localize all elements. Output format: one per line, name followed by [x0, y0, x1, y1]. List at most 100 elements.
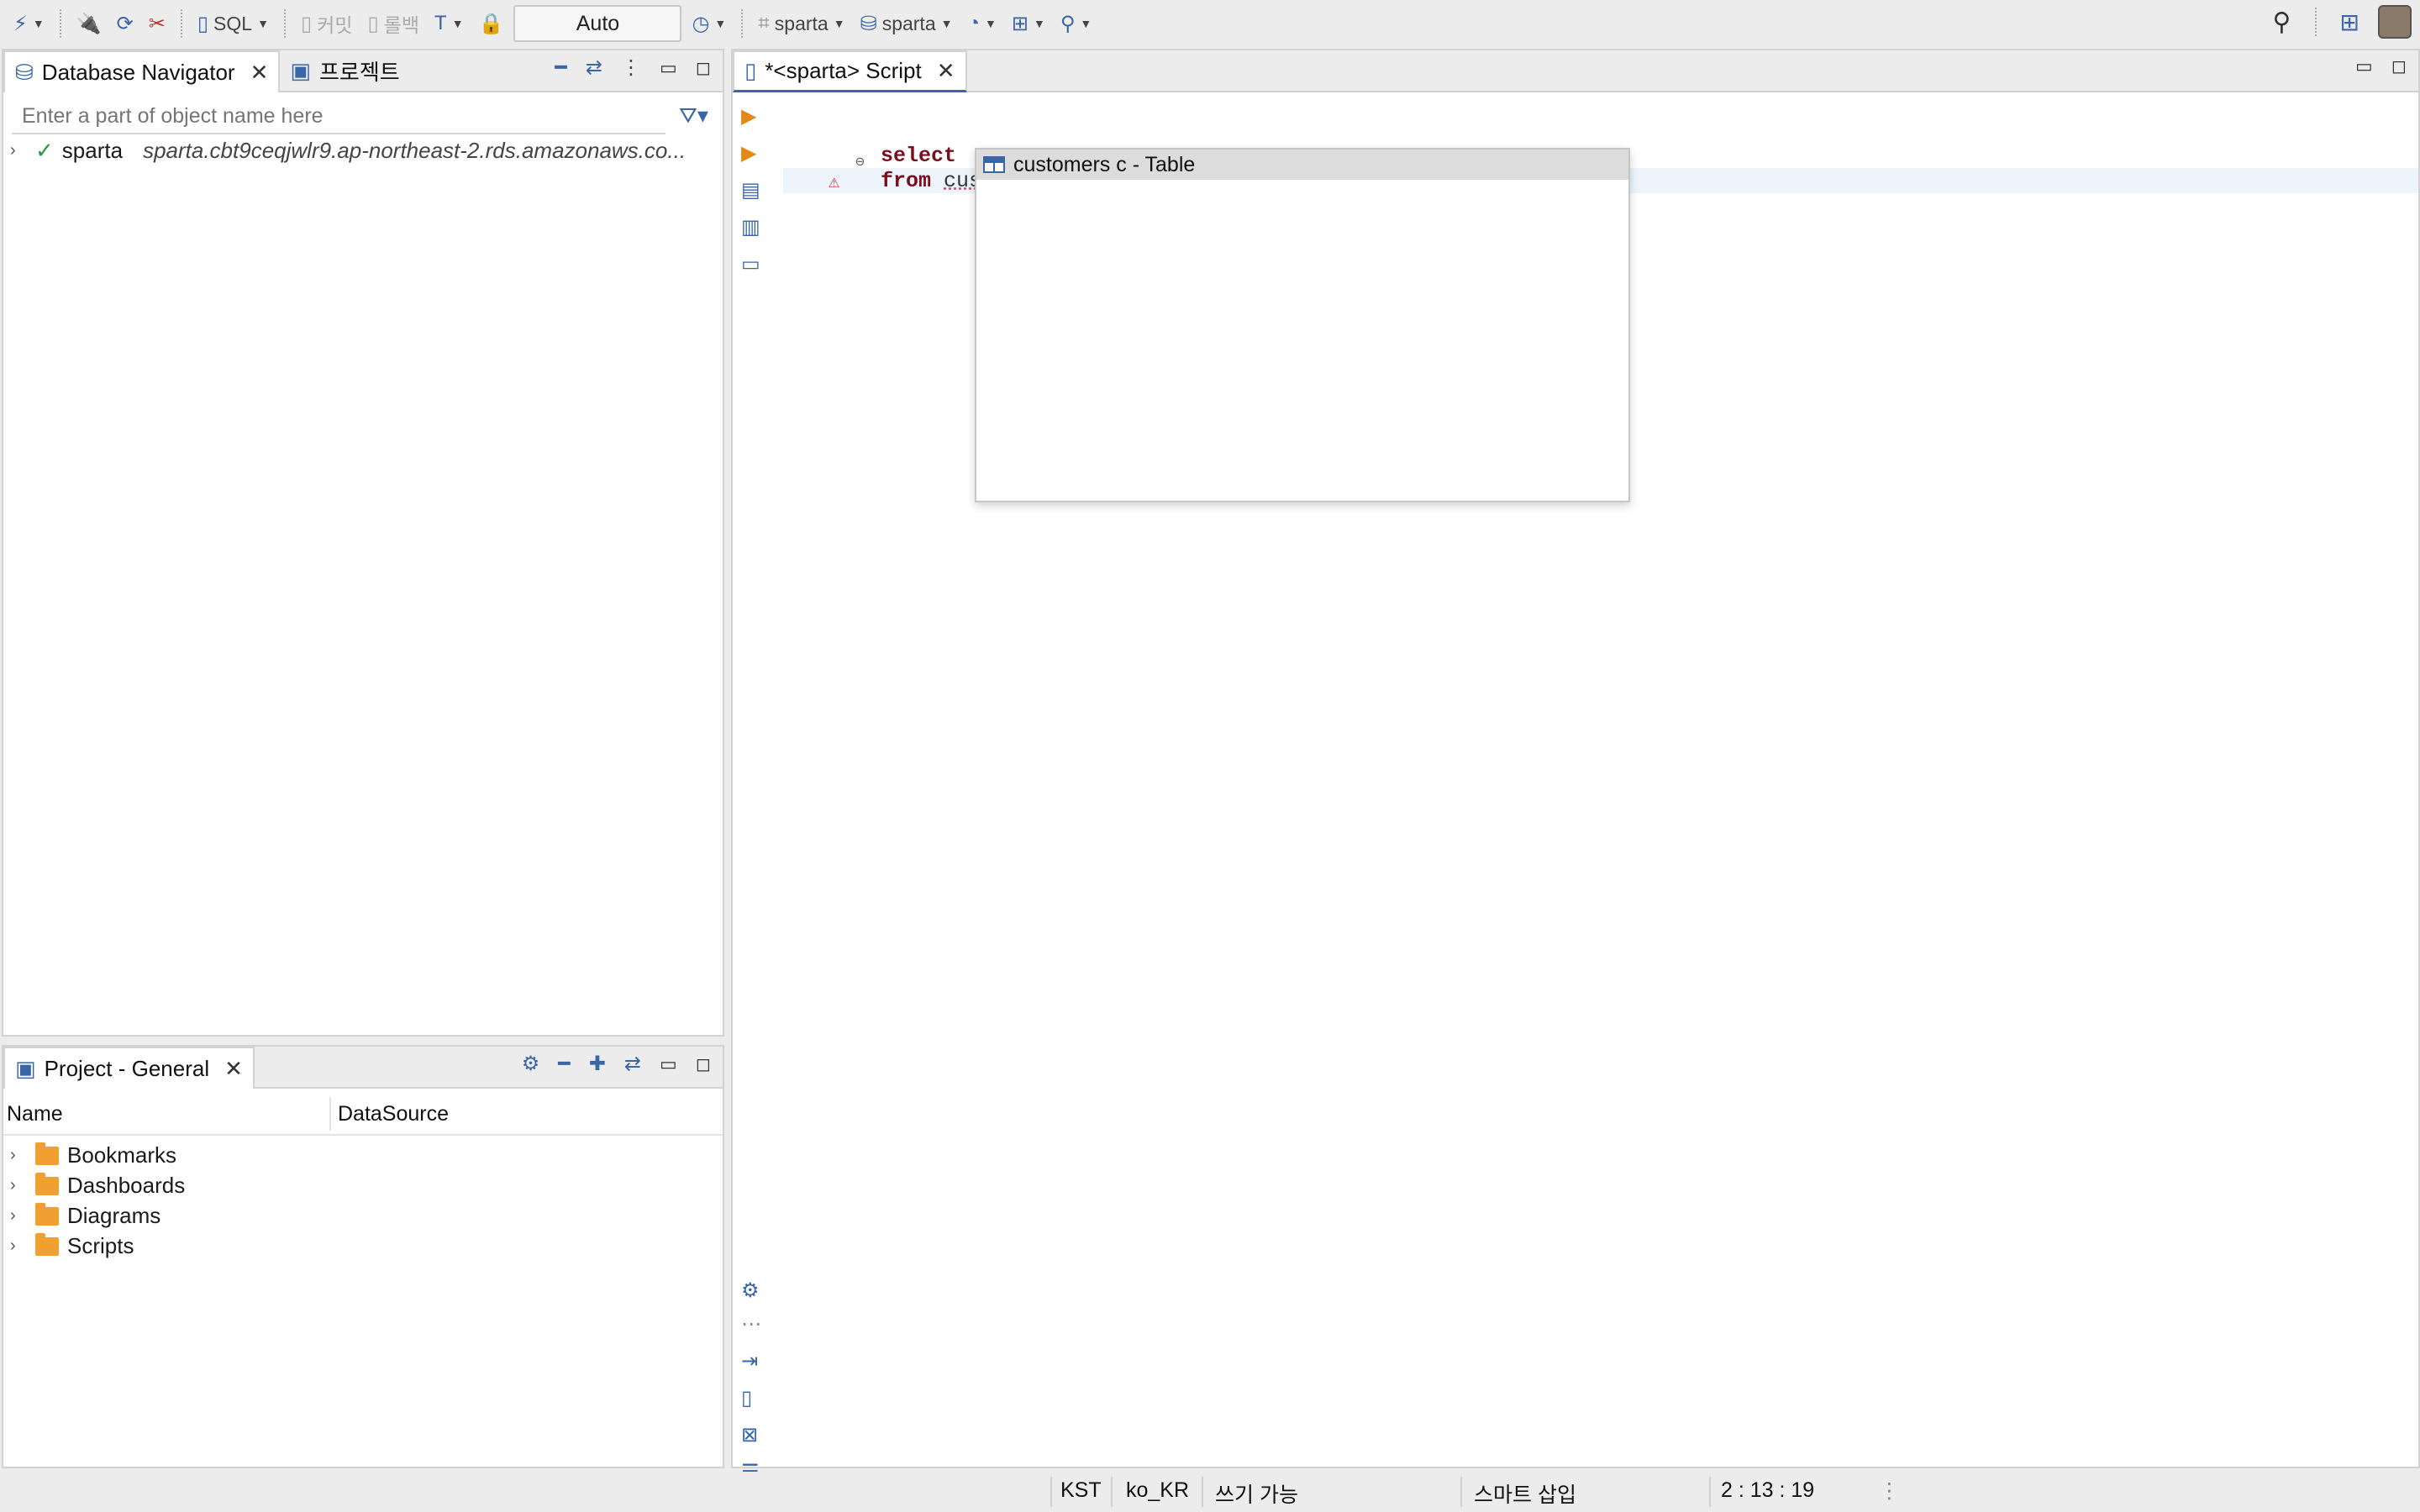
gear-icon[interactable]: ⚙: [522, 1052, 540, 1076]
gear-icon[interactable]: ⚙: [741, 1278, 760, 1303]
execute-script-icon[interactable]: ▤: [741, 178, 760, 202]
link-editor-icon[interactable]: ⇄: [624, 1052, 641, 1076]
minimize-icon[interactable]: ▭: [660, 57, 677, 79]
chevron-right-icon[interactable]: ›: [10, 141, 27, 160]
link-editor-icon[interactable]: ⇄: [586, 55, 602, 80]
rollback-button[interactable]: ▯ 롤백: [362, 5, 424, 42]
tab-projects[interactable]: ▣ 프로젝트: [280, 50, 409, 91]
database-icon: ⛁: [860, 12, 877, 35]
collapse-all-icon[interactable]: ━: [558, 1052, 570, 1076]
connected-db-icon: ✓: [35, 138, 54, 163]
minimize-icon[interactable]: ▭: [2355, 55, 2373, 77]
tab-sparta-script[interactable]: ▯ *<sparta> Script ✕: [733, 50, 967, 92]
tab-project-general[interactable]: ▣ Project - General ✕: [3, 1047, 255, 1089]
project-window-icon: ▣: [290, 57, 311, 83]
status-divider: [1709, 1477, 1711, 1507]
add-icon[interactable]: ✚: [589, 1052, 606, 1076]
execute-script-new-tab-icon[interactable]: ▥: [741, 215, 760, 239]
gauge-icon: ◔: [967, 12, 980, 34]
search-menu-button[interactable]: ⚲ ▼: [1055, 5, 1097, 42]
tools-icon: ⊞: [1011, 12, 1028, 35]
close-icon[interactable]: ✕: [224, 1056, 243, 1082]
maximize-icon[interactable]: ◻: [2391, 55, 2407, 77]
close-icon[interactable]: ✕: [937, 58, 955, 84]
sql-editor-button[interactable]: ▯ SQL ▼: [192, 5, 274, 42]
table-icon: [983, 156, 1005, 173]
project-tab-bar: ▣ Project - General ✕ ⚙ ━ ✚ ⇄ ▭ ◻: [3, 1047, 723, 1089]
chevron-right-icon[interactable]: ›: [10, 1236, 27, 1256]
filter-icon[interactable]: ⛛▾: [679, 102, 708, 129]
variables-icon[interactable]: ⊠: [741, 1423, 758, 1447]
status-menu-icon[interactable]: ⋮: [1879, 1478, 1900, 1504]
status-timezone: KST: [1060, 1478, 1102, 1502]
datasource-icon: ⌗: [758, 12, 770, 34]
warning-icon: ⚠: [829, 172, 840, 193]
history-button[interactable]: ◷ ▼: [687, 5, 731, 42]
connection-tree-item[interactable]: › ✓ sparta sparta.cbt9ceqjwlr9.ap-northe…: [10, 138, 686, 164]
tab-label: Project - General: [44, 1055, 210, 1081]
execute-new-tab-icon[interactable]: ▶: [741, 141, 756, 165]
sql-keyword: from: [881, 168, 932, 193]
chevron-right-icon[interactable]: ›: [10, 1176, 27, 1195]
column-header-datasource[interactable]: DataSource: [329, 1097, 449, 1131]
project-item-scripts[interactable]: › Scripts: [10, 1232, 134, 1259]
navigator-tab-bar: ⛁ Database Navigator ✕ ▣ 프로젝트 ━ ⇄ ⋮ ▭ ◻: [3, 50, 723, 92]
project-item-label: Bookmarks: [67, 1142, 177, 1168]
column-header-name[interactable]: Name: [7, 1097, 63, 1131]
project-actions: ⚙ ━ ✚ ⇄ ▭ ◻: [522, 1052, 711, 1076]
new-connection-button[interactable]: ⚡ ▼: [8, 5, 50, 42]
dashboard-button[interactable]: ◔ ▼: [962, 5, 1001, 42]
commit-button[interactable]: ▯ 커밋: [296, 5, 358, 42]
toolbar-separator: [2314, 8, 2317, 36]
more-icon[interactable]: ⋯: [741, 1312, 761, 1336]
tab-label: Database Navigator: [41, 59, 235, 85]
project-item-diagrams[interactable]: › Diagrams: [10, 1202, 160, 1229]
active-datasource-selector[interactable]: ⌗ sparta ▼: [753, 5, 850, 42]
chevron-right-icon[interactable]: ›: [10, 1146, 27, 1165]
active-schema-selector[interactable]: ⛁ sparta ▼: [855, 5, 958, 42]
explain-plan-icon[interactable]: ▭: [741, 252, 760, 276]
rollback-label: 롤백: [383, 14, 420, 36]
view-menu-icon[interactable]: ⋮: [621, 55, 641, 80]
reconnect-button[interactable]: ⟳: [112, 5, 139, 42]
maximize-icon[interactable]: ◻: [696, 1053, 711, 1075]
project-item-dashboards[interactable]: › Dashboards: [10, 1172, 185, 1199]
tab-database-navigator[interactable]: ⛁ Database Navigator ✕: [3, 50, 281, 92]
perspective-icon[interactable]: ⊞: [2340, 8, 2360, 36]
lock-button[interactable]: 🔒: [474, 5, 509, 42]
chevron-right-icon[interactable]: ›: [10, 1206, 27, 1226]
execute-statement-icon[interactable]: ▶: [741, 104, 756, 129]
project-window-icon: ▣: [15, 1055, 36, 1081]
status-divider: [1050, 1477, 1052, 1507]
maximize-icon[interactable]: ◻: [696, 57, 711, 79]
navigator-actions: ━ ⇄ ⋮ ▭ ◻: [555, 55, 711, 80]
status-divider: [1460, 1477, 1462, 1507]
search-icon: ⚲: [1060, 12, 1076, 35]
transaction-icon: T: [434, 12, 447, 34]
global-search-icon[interactable]: ⚲: [2273, 8, 2291, 37]
toolbar-separator: [741, 9, 744, 38]
collapse-all-icon[interactable]: ━: [555, 55, 566, 80]
sql-keyword: select: [881, 143, 957, 168]
disconnect-button[interactable]: ✂: [144, 5, 171, 42]
problems-icon[interactable]: ▯: [741, 1386, 752, 1410]
main-toolbar: ⚡ ▼ 🔌 ⟳ ✂ ▯ SQL ▼ ▯ 커밋 ▯ 롤백 T ▼ 🔒 Auto ◷ ▼ …: [0, 0, 2420, 47]
editor-window-actions: ▭ ◻: [2355, 55, 2407, 77]
autocomplete-item[interactable]: customers c - Table: [976, 150, 1628, 180]
tools-button[interactable]: ⊞ ▼: [1007, 5, 1050, 42]
close-icon[interactable]: ✕: [250, 60, 269, 86]
status-divider: [1202, 1477, 1203, 1507]
object-filter-input[interactable]: [12, 99, 666, 134]
export-icon[interactable]: ⇥: [741, 1349, 758, 1373]
connect-button[interactable]: 🔌: [71, 5, 107, 42]
minimize-icon[interactable]: ▭: [660, 1053, 677, 1075]
fold-toggle-icon[interactable]: ⊖: [855, 153, 865, 171]
chevron-down-icon: ▼: [32, 17, 45, 30]
tab-label: *<sparta> Script: [765, 58, 922, 83]
project-item-bookmarks[interactable]: › Bookmarks: [10, 1142, 176, 1168]
transaction-mode-field[interactable]: Auto: [513, 5, 682, 42]
transaction-mode-button[interactable]: T ▼: [429, 5, 469, 42]
project-item-label: Scripts: [67, 1233, 134, 1258]
avatar[interactable]: [2378, 5, 2412, 39]
chevron-down-icon: ▼: [940, 17, 953, 30]
